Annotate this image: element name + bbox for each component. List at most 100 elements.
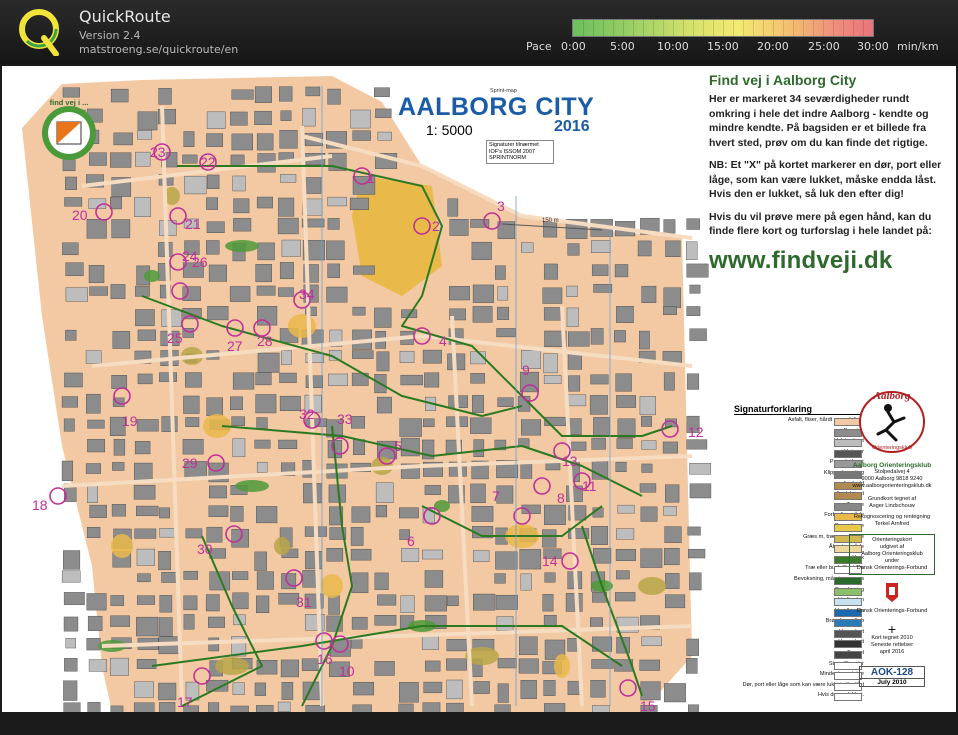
building xyxy=(373,87,390,97)
publisher-line: Dansk Orienterings-Forbund xyxy=(856,565,928,571)
building xyxy=(449,219,469,236)
building xyxy=(686,218,700,230)
building xyxy=(85,350,102,364)
building xyxy=(64,197,83,207)
vegetation-patch xyxy=(111,534,133,558)
control-number: 34 xyxy=(299,286,315,302)
pace-scale-tick xyxy=(663,20,664,36)
building xyxy=(422,349,442,364)
building xyxy=(446,679,463,700)
building xyxy=(326,240,345,261)
club-name: Aalborg Orienteringsklub xyxy=(852,462,932,469)
building xyxy=(639,483,657,493)
building xyxy=(110,284,126,299)
building xyxy=(256,196,273,209)
building xyxy=(64,658,78,672)
pace-scale-tick xyxy=(673,20,674,36)
building xyxy=(447,595,459,607)
building xyxy=(232,592,249,610)
pace-scale-tick xyxy=(693,20,694,36)
pace-tick: 5:00 xyxy=(610,40,635,53)
building xyxy=(641,463,653,473)
building xyxy=(639,659,660,671)
pace-scale-tick xyxy=(653,20,654,36)
map-credits: Grundkort tegnet af Asger Lindschouw Rek… xyxy=(840,496,944,528)
building xyxy=(279,395,301,411)
building xyxy=(209,571,231,591)
pace-scale-tick xyxy=(783,20,784,36)
control-number: 17 xyxy=(177,694,193,710)
building xyxy=(473,593,496,611)
building xyxy=(350,548,372,561)
building xyxy=(137,130,153,140)
info-paragraph: NB: Et "X" på kortet markerer en dør, po… xyxy=(709,159,942,200)
building xyxy=(496,306,510,320)
building xyxy=(207,306,229,321)
building xyxy=(86,219,107,239)
building xyxy=(134,528,157,539)
building xyxy=(183,570,198,580)
quickroute-logo-icon xyxy=(19,9,59,56)
building xyxy=(664,548,680,566)
building xyxy=(63,616,79,632)
map-canvas[interactable]: 1 2 3 4 5 6 7 8 9 10 11 12 13 14 15 16 17 18 19 20 21 22 23 24 2… xyxy=(2,66,956,712)
building xyxy=(592,548,612,564)
building xyxy=(591,264,609,276)
building xyxy=(206,111,226,129)
vegetation-patch xyxy=(321,574,343,598)
dof-logo-text: Dansk Orienterings-Forbund xyxy=(856,608,928,614)
building xyxy=(256,417,268,429)
club-logo-subtext: Orienteringsklub xyxy=(872,445,912,451)
findvej-logo-text: find vej i ... xyxy=(50,98,89,107)
building xyxy=(86,593,107,611)
building xyxy=(688,704,699,712)
building xyxy=(63,550,81,570)
findvej-logo-icon: find vej i ... xyxy=(42,98,96,160)
pace-scale-tick xyxy=(743,20,744,36)
building xyxy=(352,350,374,359)
building xyxy=(279,372,297,383)
building xyxy=(88,659,108,672)
control-circle[interactable] xyxy=(49,487,67,505)
building xyxy=(277,701,291,712)
control-number: 6 xyxy=(407,533,415,549)
building xyxy=(470,417,492,434)
building xyxy=(352,306,366,316)
control-number: 10 xyxy=(339,663,355,679)
building xyxy=(159,702,176,712)
norm-line: SPRINTNORM xyxy=(489,155,526,161)
building xyxy=(472,306,493,323)
control-number: 30 xyxy=(197,541,213,557)
aok-date: July 2010 xyxy=(860,678,924,686)
building xyxy=(375,482,394,503)
building xyxy=(113,439,126,456)
building xyxy=(617,504,635,514)
building xyxy=(590,374,609,385)
building xyxy=(424,485,441,495)
building xyxy=(686,638,699,656)
building xyxy=(470,373,485,384)
building xyxy=(542,594,554,612)
building xyxy=(206,526,223,543)
credit-line: Terkel Arnfred xyxy=(874,521,910,527)
building xyxy=(425,660,441,672)
building xyxy=(301,658,319,671)
building xyxy=(280,174,297,183)
building xyxy=(686,241,698,260)
club-address: www.aalborgorienteringsklub.dk xyxy=(852,483,932,489)
drawn-line: Kort tegnet 2010 xyxy=(871,635,913,641)
building xyxy=(639,330,650,350)
building xyxy=(422,702,441,712)
building xyxy=(497,397,514,407)
building xyxy=(111,219,131,239)
building xyxy=(399,507,419,519)
pace-tick: 30:00 xyxy=(857,40,889,53)
building xyxy=(302,570,317,588)
pace-scale-tick xyxy=(853,20,854,36)
building xyxy=(206,240,220,255)
building xyxy=(400,374,423,386)
building xyxy=(473,550,490,562)
building xyxy=(134,681,154,698)
building xyxy=(112,462,125,471)
building xyxy=(305,705,325,712)
